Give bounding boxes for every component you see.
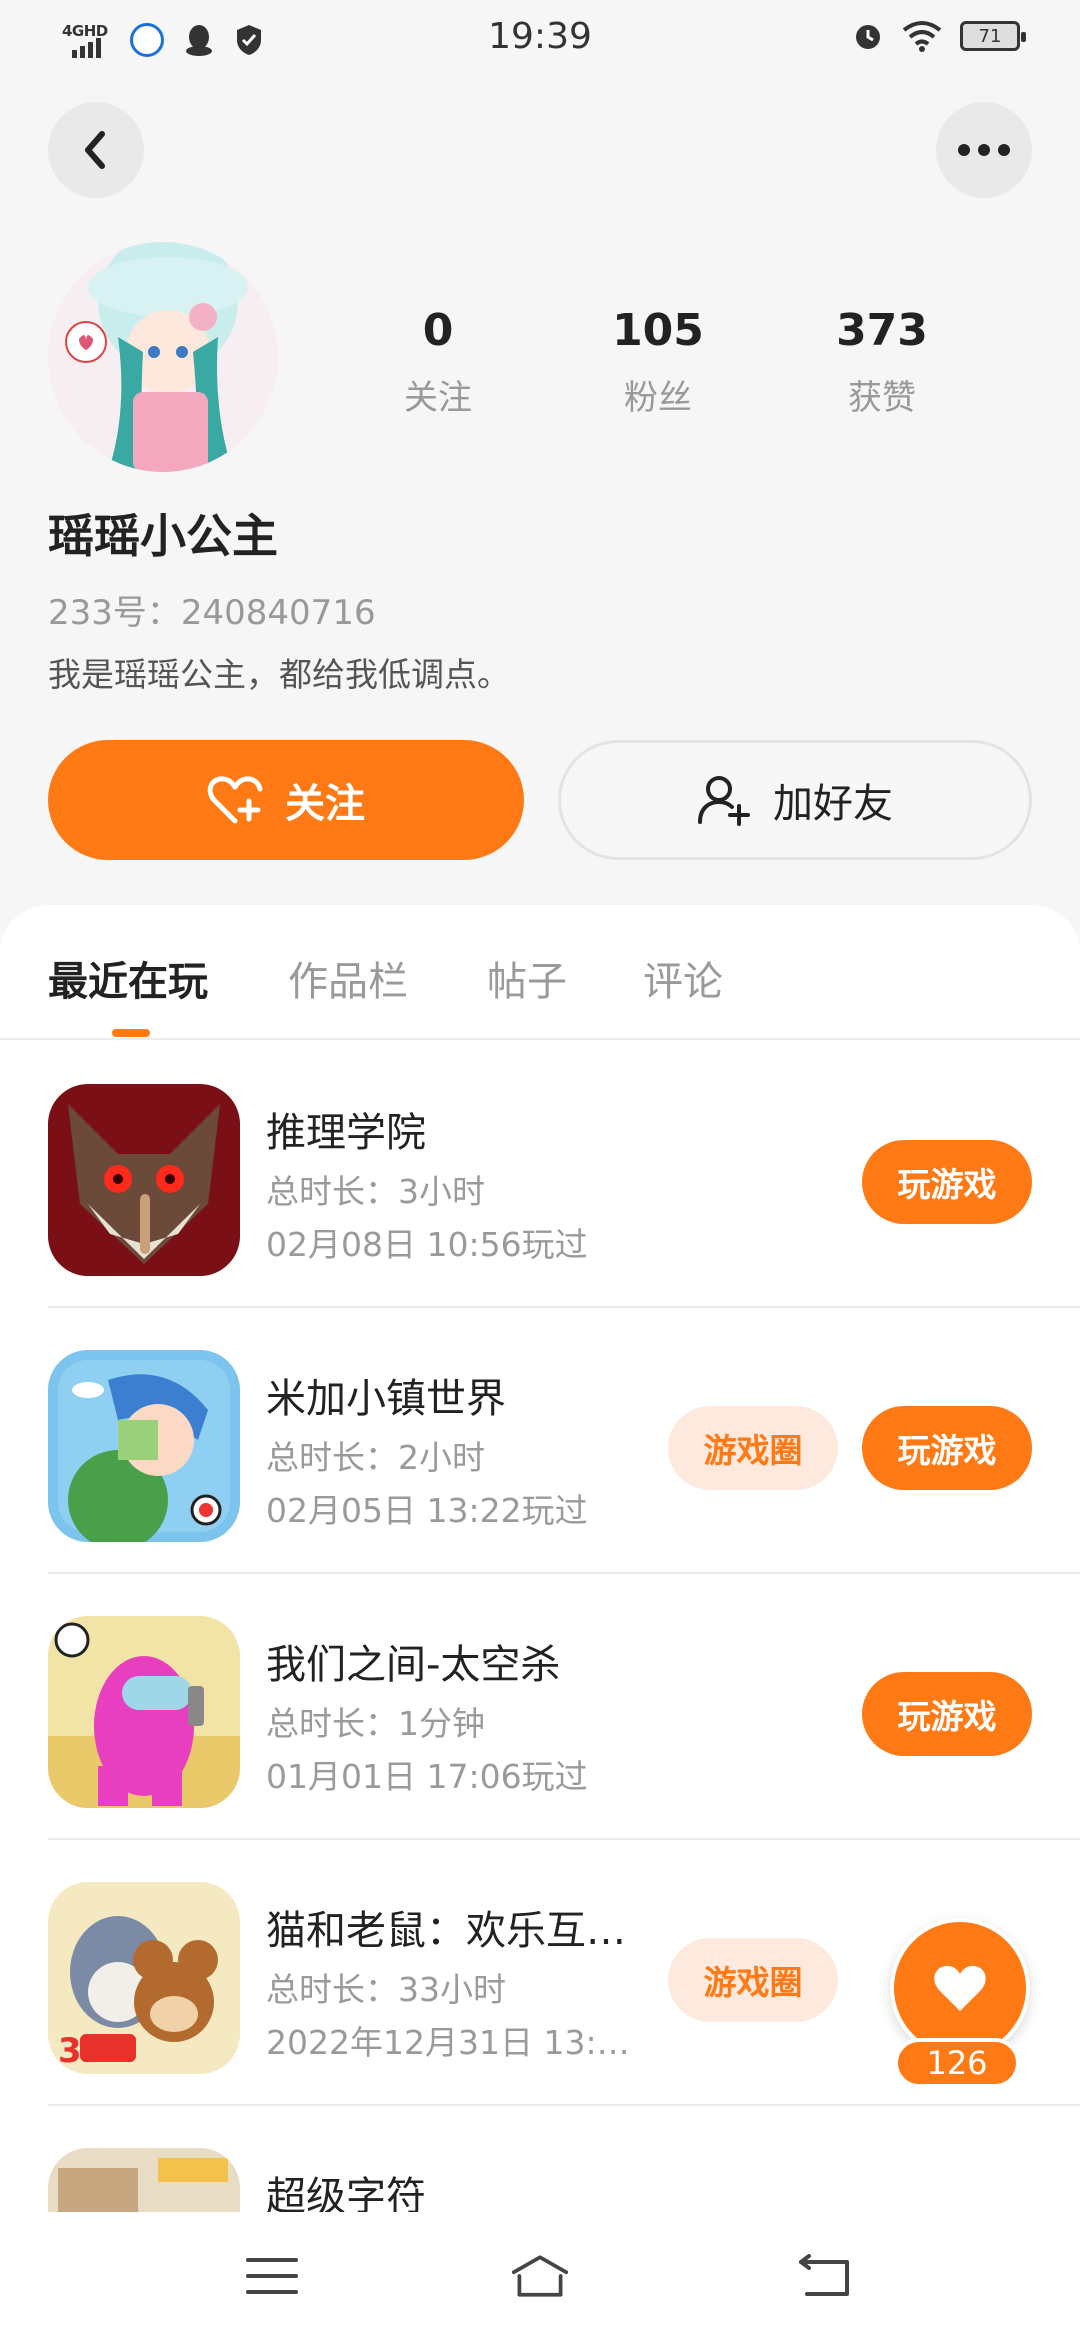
game-circle-button[interactable]: 游戏圈 [668,1938,838,2022]
tab-comments[interactable]: 评论 [643,949,723,1007]
stat-label: 关注 [404,378,472,418]
add-friend-button[interactable]: 加好友 [558,740,1032,860]
tab-works[interactable]: 作品栏 [288,949,408,1007]
menu-nav-button[interactable] [242,2248,302,2304]
stat-fans[interactable]: 105 粉丝 [568,305,748,419]
system-nav-bar [0,2212,1080,2340]
chevron-left-icon [85,131,105,169]
game-row[interactable]: 我们之间-太空杀 总时长：1分钟 01月01日 17:06玩过 玩游戏 [48,1574,1080,1840]
game-icon [48,1616,240,1808]
like-count: 126 [894,2038,1020,2088]
avatar-illustration [48,242,278,472]
profile-page: 4GHD 19:39 71 0 关注 105 粉丝 373 获赞 瑶瑶小公主 2… [0,0,1080,2340]
heart-plus-icon [207,776,263,824]
game-icon [48,1084,240,1276]
tab-recent-play[interactable]: 最近在玩 [48,949,208,1007]
game-circle-button[interactable]: 游戏圈 [668,1406,838,1490]
game-duration: 总时长：3小时 [266,1172,485,1211]
game-row[interactable]: 推理学院 总时长：3小时 02月08日 10:56玩过 玩游戏 [48,1042,1080,1308]
follow-label: 关注 [285,781,365,827]
content-panel: 最近在玩 作品栏 帖子 评论 推理学院 总时长：3小时 02月08日 10:56… [0,905,1080,2340]
game-last-played: 2022年12月31日 13:… [266,2023,630,2062]
play-game-button[interactable]: 玩游戏 [862,1406,1032,1490]
alarm-icon [856,25,880,49]
username: 瑶瑶小公主 [48,509,278,563]
game-title: 猫和老鼠：欢乐互… [266,1908,626,1954]
game-title: 推理学院 [266,1110,426,1156]
game-duration: 总时长：2小时 [266,1438,485,1477]
user-id: 233号：240840716 [48,593,376,633]
battery-level: 71 [978,25,1002,47]
tab-indicator [112,1029,150,1037]
user-bio: 我是瑶瑶公主，都给我低调点。 [48,655,510,694]
tab-posts[interactable]: 帖子 [487,949,567,1007]
game-last-played: 01月01日 17:06玩过 [266,1757,588,1796]
game-icon: 3 [48,1882,240,2074]
svg-text:3: 3 [58,2031,82,2071]
game-duration: 总时长：1分钟 [266,1704,485,1743]
more-button[interactable] [936,102,1032,198]
game-last-played: 02月05日 13:22玩过 [266,1491,588,1530]
more-dots-icon [958,144,1010,156]
wifi-icon [902,21,942,52]
back-arrow-icon [799,2254,849,2296]
status-right: 71 [852,20,1026,52]
stat-value: 0 [422,305,454,356]
avatar[interactable] [48,242,278,472]
stat-following[interactable]: 0 关注 [348,305,528,419]
tab-bar: 最近在玩 作品栏 帖子 评论 [0,905,1080,1040]
add-user-icon [698,776,750,826]
stat-value: 373 [836,305,928,356]
menu-icon [246,2258,298,2294]
add-friend-label: 加好友 [773,781,893,827]
play-game-button[interactable]: 玩游戏 [862,1140,1032,1224]
game-last-played: 02月08日 10:56玩过 [266,1225,588,1264]
stat-label: 粉丝 [624,378,692,418]
stat-value: 105 [612,305,704,356]
back-nav-button[interactable] [795,2248,855,2304]
stat-likes[interactable]: 373 获赞 [792,305,972,419]
status-bar: 4GHD 19:39 71 [0,0,1080,80]
back-button[interactable] [48,102,144,198]
game-duration: 总时长：33小时 [266,1970,506,2009]
play-game-button[interactable]: 玩游戏 [862,1672,1032,1756]
stat-label: 获赞 [848,378,916,418]
game-title: 我们之间-太空杀 [266,1642,561,1688]
like-fab[interactable] [890,1918,1030,2058]
game-row[interactable]: 米加小镇世界 总时长：2小时 02月05日 13:22玩过 游戏圈 玩游戏 [48,1308,1080,1574]
follow-button[interactable]: 关注 [48,740,524,860]
game-title: 米加小镇世界 [266,1376,506,1422]
heart-icon [934,1965,986,2011]
home-icon [511,2255,569,2297]
home-nav-button[interactable] [510,2248,570,2304]
game-icon [48,1350,240,1542]
battery-icon: 71 [960,21,1026,51]
